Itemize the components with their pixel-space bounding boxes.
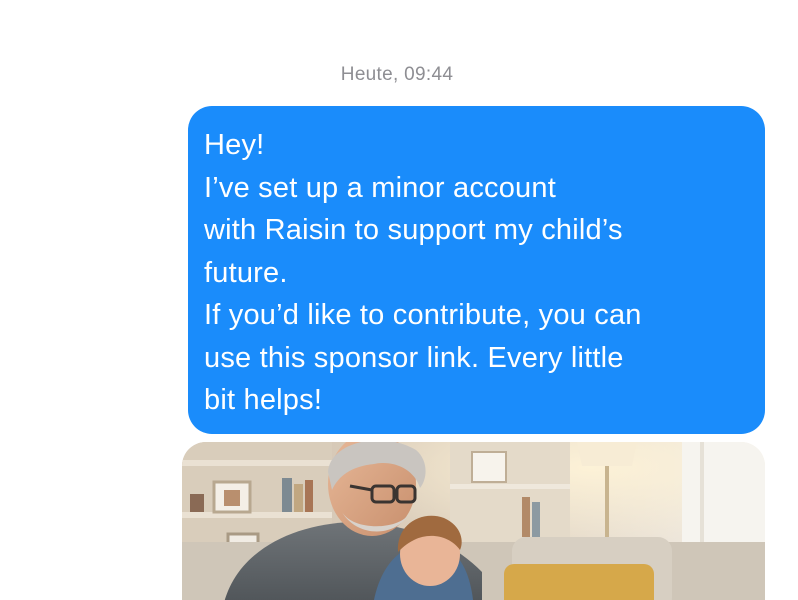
photo-attachment[interactable] <box>182 442 765 600</box>
message-line: Hey! <box>204 129 265 161</box>
timestamp-text: Heute, 09:44 <box>340 64 454 85</box>
message-line: bit helps! <box>204 384 323 416</box>
photo-grandfather-child <box>182 442 765 600</box>
message-line: I’ve set up a minor account <box>204 171 556 204</box>
message-line: use this sponsor link. Every little <box>204 341 624 374</box>
message-line: If you’d like to contribute, you can <box>204 299 642 331</box>
message-timestamp: Heute, 09:44 <box>0 64 798 86</box>
outgoing-message-bubble[interactable]: Hey! I’ve set up a minor account with Ra… <box>188 106 765 434</box>
message-line: future. <box>204 256 288 289</box>
chat-thread: Heute, 09:44 Hey! I’ve set up a minor ac… <box>0 0 798 600</box>
message-line: with Raisin to support my child’s <box>204 214 623 246</box>
